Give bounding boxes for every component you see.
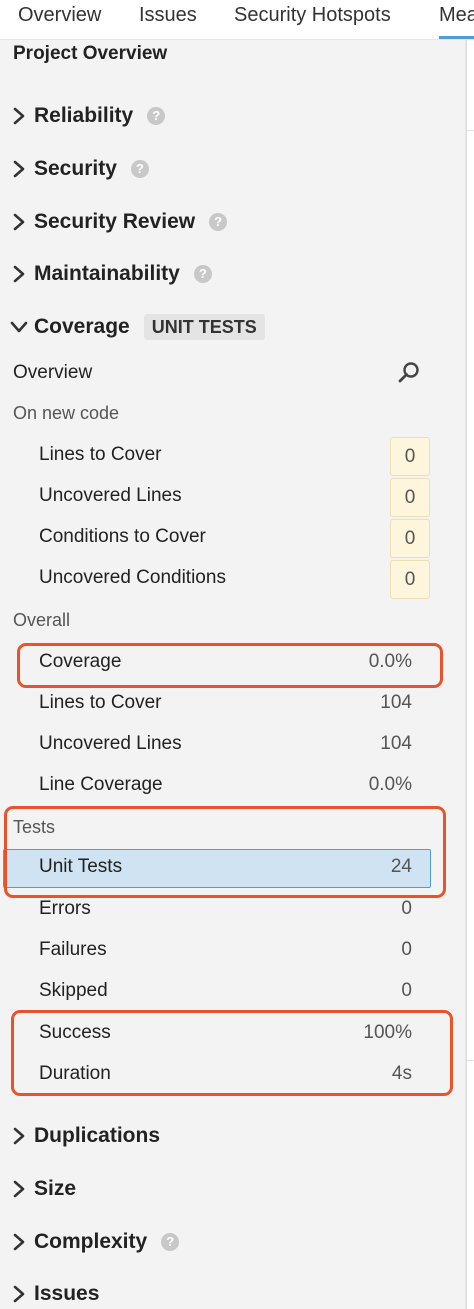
chevron-right-icon [13,1285,25,1303]
domain-label: Security Review [34,210,196,233]
chevron-right-icon [13,1127,25,1145]
component-tabs: Overview Issues Security Hotspots Mea [0,0,474,40]
metric-value: 0 [390,560,430,599]
metric-label: Uncovered Lines [39,485,182,506]
domain-reliability[interactable]: Reliability ? [8,99,166,133]
metric-value: 0 [401,980,412,1001]
metric-label: Uncovered Conditions [39,567,226,588]
metric-value: 0 [401,939,412,960]
domain-security[interactable]: Security ? [8,152,149,186]
metric-new-lines-to-cover[interactable]: Lines to Cover 0 [0,437,466,478]
highlight-unit-tests [4,806,446,898]
metric-value: 0 [390,478,430,517]
domain-security-review[interactable]: Security Review ? [8,205,228,239]
metric-label: Failures [39,939,107,960]
metric-line-coverage[interactable]: Line Coverage 0.0% [0,767,466,808]
highlight-success-duration [11,1010,453,1096]
highlight-coverage [17,643,443,688]
chevron-right-icon [13,107,25,125]
domain-label: Duplications [34,1124,161,1147]
help-icon[interactable]: ? [147,107,166,125]
domain-label: Size [34,1177,77,1200]
metric-label: Skipped [39,980,108,1001]
project-overview-title: Project Overview [13,43,168,64]
domain-label: Coverage [34,315,130,338]
domain-label: Reliability [34,104,134,127]
metric-value: 0 [390,519,430,558]
help-icon[interactable]: ? [193,265,212,283]
chevron-right-icon [13,213,25,231]
tab-overview[interactable]: Overview [18,0,101,39]
chevron-down-icon [10,321,28,333]
tab-issues[interactable]: Issues [139,0,197,39]
metric-new-uncovered-lines[interactable]: Uncovered Lines 0 [0,478,466,519]
metric-test-failures[interactable]: Failures 0 [0,932,466,973]
metric-label: Uncovered Lines [39,733,182,754]
domain-duplications[interactable]: Duplications [8,1119,160,1153]
domain-label: Maintainability [34,262,180,285]
domain-label: Security [34,157,117,180]
metric-label: Line Coverage [39,774,163,795]
search-icon[interactable] [396,360,422,386]
metric-label: Lines to Cover [39,692,162,713]
coverage-overview-link[interactable]: Overview [13,362,92,384]
page: Overview Issues Security Hotspots Mea Pr… [0,0,474,1309]
metric-value: 104 [380,692,412,713]
domain-coverage[interactable]: Coverage UNIT TESTS [8,310,265,344]
metric-label: Conditions to Cover [39,526,206,547]
overall-header: Overall [13,610,71,630]
tab-measures[interactable]: Mea [439,0,474,39]
tab-security-hotspots[interactable]: Security Hotspots [234,0,391,39]
metric-lines-to-cover[interactable]: Lines to Cover 104 [0,685,466,726]
metric-new-conditions-to-cover[interactable]: Conditions to Cover 0 [0,519,466,560]
chevron-right-icon [13,265,25,283]
metric-label: Lines to Cover [39,444,162,465]
metric-label: Errors [39,898,91,919]
unit-tests-badge: UNIT TESTS [143,314,265,340]
domain-size[interactable]: Size [8,1172,76,1206]
chevron-right-icon [13,1233,25,1251]
metric-value: 0 [390,437,430,476]
chevron-right-icon [13,1180,25,1198]
help-icon[interactable]: ? [161,1233,180,1251]
metric-skipped-tests[interactable]: Skipped 0 [0,973,466,1014]
metric-value: 0.0% [368,774,412,795]
domain-issues[interactable]: Issues [8,1277,99,1309]
domain-label: Issues [34,1282,100,1305]
help-icon[interactable]: ? [209,213,228,231]
chevron-right-icon [13,160,25,178]
help-icon[interactable]: ? [130,160,149,178]
metric-value: 0 [401,898,412,919]
metric-uncovered-lines[interactable]: Uncovered Lines 104 [0,726,466,767]
on-new-code-header: On new code [13,403,120,423]
domain-complexity[interactable]: Complexity ? [8,1225,180,1259]
metric-value: 104 [380,733,412,754]
metric-new-uncovered-conditions[interactable]: Uncovered Conditions 0 [0,560,466,601]
measure-content-panel [466,40,474,1309]
domain-maintainability[interactable]: Maintainability ? [8,257,212,291]
domain-label: Complexity [34,1230,148,1253]
